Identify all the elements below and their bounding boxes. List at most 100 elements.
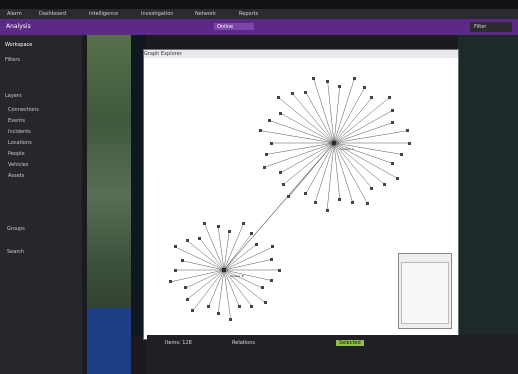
graph-node[interactable]: [400, 152, 404, 156]
cluster-label: Cluster B: [230, 274, 244, 278]
graph-node[interactable]: [268, 119, 272, 123]
graph-node[interactable]: [191, 309, 195, 313]
graph-node[interactable]: [304, 192, 308, 196]
bottom-bar: [147, 335, 518, 374]
graph-node[interactable]: [391, 108, 395, 112]
graph-node[interactable]: [277, 268, 281, 272]
graph-node[interactable]: [202, 222, 206, 226]
graph-node[interactable]: [326, 79, 330, 83]
graph-node[interactable]: [262, 165, 266, 169]
graph-node[interactable]: [383, 183, 387, 187]
graph-node[interactable]: [313, 201, 317, 205]
tab-5[interactable]: Reports: [236, 10, 261, 18]
graph-node[interactable]: [311, 76, 315, 80]
graph-node[interactable]: [173, 268, 177, 272]
graph-node[interactable]: [216, 224, 220, 228]
graph-edge: [326, 142, 335, 211]
graph-edge: [333, 97, 390, 144]
window-titlebar: [0, 0, 518, 9]
sidebar-item-vehicles[interactable]: Vehicles: [8, 162, 29, 168]
graph-node[interactable]: [365, 201, 369, 205]
graph-node[interactable]: [370, 96, 374, 100]
sidebar-item-people[interactable]: People: [8, 151, 25, 157]
sidebar-item-assets[interactable]: Assets: [8, 173, 24, 179]
tab-2[interactable]: Intelligence: [86, 10, 121, 18]
tab-3[interactable]: Investigation: [138, 10, 176, 18]
graph-edge: [278, 97, 335, 144]
graph-node[interactable]: [260, 286, 264, 290]
toolbar-title: Analysis: [6, 23, 31, 30]
graph-node[interactable]: [391, 121, 395, 125]
graph-node[interactable]: [237, 304, 241, 308]
cluster-label: Cluster A: [340, 147, 354, 151]
graph-hub-node[interactable]: [332, 141, 336, 145]
graph-node[interactable]: [406, 129, 410, 133]
graph-node[interactable]: [229, 317, 233, 321]
graph-node[interactable]: [264, 152, 268, 156]
graph-node[interactable]: [198, 236, 202, 240]
graph-node[interactable]: [216, 312, 220, 316]
graph-node[interactable]: [173, 245, 177, 249]
sidebar-title: Workspace: [5, 42, 33, 48]
graph-node[interactable]: [207, 304, 211, 308]
graph-node[interactable]: [185, 297, 189, 301]
tab-0[interactable]: Alarm: [4, 10, 25, 18]
sidebar-item-events[interactable]: Events: [8, 118, 25, 124]
graph-title: Graph Explorer: [144, 50, 458, 58]
sidebar-item-locations[interactable]: Locations: [8, 140, 32, 146]
graph-node[interactable]: [184, 286, 188, 290]
graph-node[interactable]: [250, 232, 254, 236]
graph-node[interactable]: [180, 259, 184, 263]
graph-node[interactable]: [263, 301, 267, 305]
filter-label: Filter: [474, 24, 487, 30]
graph-node[interactable]: [254, 242, 258, 246]
sidebar-section-filters: Filters: [5, 57, 20, 63]
sidebar-section-layers: Layers: [5, 93, 22, 99]
graph-node[interactable]: [407, 141, 411, 145]
map-panel[interactable]: [87, 35, 131, 325]
filter-button[interactable]: Filter: [470, 22, 512, 32]
graph-node[interactable]: [278, 171, 282, 175]
graph-edge: [282, 142, 335, 186]
sidebar: [0, 35, 82, 374]
graph-node[interactable]: [363, 85, 367, 89]
graph-node[interactable]: [287, 195, 291, 199]
graph-node[interactable]: [185, 239, 189, 243]
graph-node[interactable]: [325, 208, 329, 212]
graph-node[interactable]: [271, 245, 275, 249]
graph-hub-node[interactable]: [222, 268, 226, 272]
graph-node[interactable]: [338, 197, 342, 201]
graph-node[interactable]: [269, 141, 273, 145]
graph-node[interactable]: [270, 257, 274, 261]
tab-1[interactable]: Dashboard: [36, 10, 69, 18]
graph-node[interactable]: [338, 85, 342, 89]
minimap-canvas[interactable]: [401, 262, 449, 324]
sidebar-group-groups[interactable]: Groups: [7, 226, 25, 232]
graph-node[interactable]: [370, 186, 374, 190]
graph-node[interactable]: [278, 111, 282, 115]
graph-node[interactable]: [353, 76, 357, 80]
sidebar-item-incidents[interactable]: Incidents: [8, 129, 31, 135]
status-pill[interactable]: Online: [214, 23, 254, 30]
graph-node[interactable]: [270, 279, 274, 283]
graph-node[interactable]: [304, 90, 308, 94]
graph-node[interactable]: [387, 96, 391, 100]
graph-node[interactable]: [169, 280, 173, 284]
graph-node[interactable]: [258, 129, 262, 133]
graph-node[interactable]: [277, 96, 281, 100]
graph-node[interactable]: [396, 177, 400, 181]
sidebar-item-connections[interactable]: Connections: [8, 107, 39, 113]
graph-node[interactable]: [242, 222, 245, 226]
graph-node[interactable]: [391, 161, 395, 165]
tab-4[interactable]: Network: [192, 10, 219, 18]
graph-node[interactable]: [250, 304, 254, 308]
sidebar-group-search[interactable]: Search: [7, 249, 24, 255]
bottom-right-label: Selected: [336, 340, 364, 346]
status-label: Online: [217, 24, 234, 30]
right-panel: [458, 35, 518, 335]
graph-node[interactable]: [281, 183, 285, 187]
graph-node[interactable]: [351, 201, 355, 205]
graph-node[interactable]: [227, 230, 231, 234]
bottom-left-label: Items: 128: [165, 340, 192, 346]
graph-node[interactable]: [290, 91, 294, 95]
